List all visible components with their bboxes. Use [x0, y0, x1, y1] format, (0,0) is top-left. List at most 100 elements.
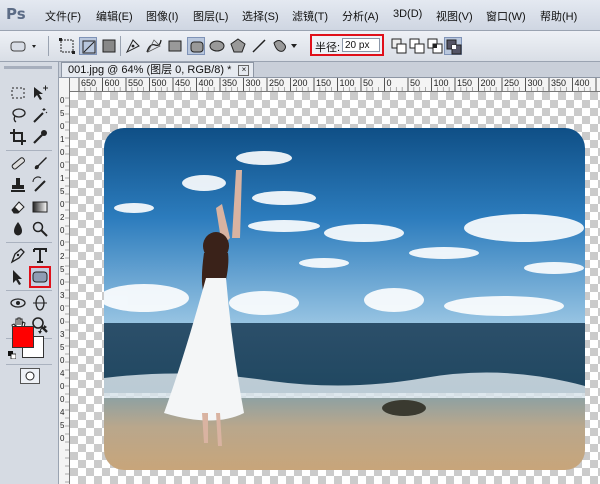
ruler-tick-label: 4 — [60, 408, 65, 417]
ruler-tick-label: 150 — [457, 78, 473, 88]
beach-photo — [104, 128, 585, 470]
ruler-tick-label: 2 — [60, 213, 65, 222]
ruler-tick-label: 200 — [480, 78, 496, 88]
menu-select[interactable]: 选择(S) — [242, 8, 279, 24]
eraser-icon[interactable] — [9, 198, 27, 216]
ruler-tick-label: 350 — [551, 78, 567, 88]
ruler-tick-label: 0 — [60, 356, 65, 365]
foreground-color-swatch[interactable] — [12, 326, 34, 348]
menu-view[interactable]: 视图(V) — [436, 8, 473, 24]
menu-help[interactable]: 帮助(H) — [540, 8, 577, 24]
ruler-tick-label: 400 — [574, 78, 590, 88]
ruler-tick-label: 100 — [339, 78, 355, 88]
ruler-tick-label: 3 — [60, 330, 65, 339]
rounded-rectangle-icon[interactable] — [29, 266, 51, 288]
menu-window[interactable]: 窗口(W) — [486, 8, 526, 24]
ruler-tick-label: 650 — [81, 78, 97, 88]
tool-preset-picker[interactable] — [8, 37, 42, 55]
radius-input[interactable]: 20 px — [342, 38, 380, 52]
ellipse-option-icon[interactable] — [208, 37, 226, 55]
eyedropper-icon[interactable] — [31, 128, 49, 146]
rounded-rectangle-option-icon[interactable] — [187, 37, 205, 55]
ruler-tick-label: 0 — [386, 78, 392, 88]
ruler-tick-label: 0 — [60, 317, 65, 326]
canvas-area[interactable] — [70, 92, 600, 484]
ruler-tick-label: 300 — [527, 78, 543, 88]
magic-wand-icon[interactable] — [31, 106, 49, 124]
ruler-tick-label: 500 — [151, 78, 167, 88]
rectangle-option-icon[interactable] — [166, 37, 184, 55]
marquee-icon[interactable] — [9, 84, 27, 102]
horizontal-ruler[interactable]: 650 600 550 500 450 400 350 300 250 200 150 100 50 0 5… — [69, 78, 600, 92]
ruler-tick-label: 50 — [363, 78, 374, 88]
ruler-tick-label: 150 — [316, 78, 332, 88]
type-icon[interactable] — [31, 246, 49, 264]
ruler-tick-label: 5 — [60, 343, 65, 352]
history-brush-icon[interactable] — [31, 176, 49, 194]
3d-rotate-icon[interactable] — [9, 294, 27, 312]
exclude-shape-icon[interactable] — [444, 37, 462, 55]
ruler-tick-label: 250 — [269, 78, 285, 88]
blur-icon[interactable] — [9, 220, 27, 238]
pen-option-icon[interactable] — [124, 37, 142, 55]
custom-shape-option-icon[interactable] — [271, 37, 301, 55]
path-selection-icon[interactable] — [9, 268, 27, 286]
swap-colors-icon[interactable] — [38, 324, 48, 334]
ruler-tick-label: 0 — [60, 226, 65, 235]
menu-bar: Ps 文件(F) 编辑(E) 图像(I) 图层(L) 选择(S) 滤镜(T) 分… — [0, 0, 600, 31]
ruler-tick-label: 0 — [60, 434, 65, 443]
dodge-icon[interactable] — [31, 220, 49, 238]
vertical-ruler[interactable]: 0 5 0 1 0 0 1 5 0 2 0 0 2 5 0 3 0 0 3 5 0 4 0 0 4 5 0 — [59, 78, 70, 484]
ruler-tick-label: 300 — [245, 78, 261, 88]
gradient-icon[interactable] — [31, 198, 49, 216]
close-icon[interactable]: × — [238, 65, 250, 76]
paths-icon[interactable] — [79, 37, 97, 55]
shape-layers-icon[interactable] — [58, 37, 76, 55]
3d-orbit-icon[interactable] — [31, 294, 49, 312]
pen-icon[interactable] — [9, 246, 27, 264]
subtract-shape-icon[interactable] — [408, 37, 426, 55]
menu-filter[interactable]: 滤镜(T) — [292, 8, 328, 24]
default-colors-icon[interactable] — [8, 348, 17, 360]
quick-mask-icon[interactable] — [20, 368, 40, 384]
ruler-tick-label: 0 — [60, 122, 65, 131]
healing-brush-icon[interactable] — [9, 154, 27, 172]
panel-grip[interactable] — [4, 66, 52, 69]
ruler-tick-label: 50 — [410, 78, 421, 88]
ruler-tick-label: 0 — [60, 395, 65, 404]
ruler-tick-label: 200 — [292, 78, 308, 88]
ruler-tick-label: 450 — [175, 78, 191, 88]
ruler-tick-label: 4 — [60, 369, 65, 378]
menu-layer[interactable]: 图层(L) — [193, 8, 228, 24]
ruler-tick-label: 0 — [60, 382, 65, 391]
freeform-pen-icon[interactable] — [145, 37, 163, 55]
line-option-icon[interactable] — [250, 37, 268, 55]
tool-panel — [0, 62, 59, 484]
move-icon[interactable] — [31, 84, 49, 102]
fill-pixels-icon[interactable] — [100, 37, 118, 55]
lasso-icon[interactable] — [9, 106, 27, 124]
document-tab-title: 001.jpg @ 64% (图层 0, RGB/8) * — [68, 64, 232, 76]
ruler-tick-label: 3 — [60, 291, 65, 300]
photoshop-logo: Ps — [6, 5, 26, 23]
crop-icon[interactable] — [9, 128, 27, 146]
intersect-shape-icon[interactable] — [426, 37, 444, 55]
ruler-tick-label: 350 — [222, 78, 238, 88]
ruler-tick-label: 5 — [60, 187, 65, 196]
clone-stamp-icon[interactable] — [9, 176, 27, 194]
combine-shapes-icon[interactable] — [390, 37, 408, 55]
menu-3d[interactable]: 3D(D) — [393, 8, 422, 20]
ruler-tick-label: 2 — [60, 252, 65, 261]
brush-icon[interactable] — [31, 154, 49, 172]
polygon-option-icon[interactable] — [229, 37, 247, 55]
menu-edit[interactable]: 编辑(E) — [96, 8, 133, 24]
ruler-tick-label: 5 — [60, 421, 65, 430]
radius-setting-highlight: 半径: 20 px — [310, 34, 384, 56]
options-bar: 半径: 20 px — [0, 31, 600, 62]
menu-file[interactable]: 文件(F) — [45, 8, 81, 24]
menu-analysis[interactable]: 分析(A) — [342, 8, 379, 24]
ruler-tick-label: 1 — [60, 135, 65, 144]
document-tab[interactable]: 001.jpg @ 64% (图层 0, RGB/8) * × — [61, 62, 255, 77]
ruler-tick-label: 0 — [60, 278, 65, 287]
menu-image[interactable]: 图像(I) — [146, 8, 178, 24]
